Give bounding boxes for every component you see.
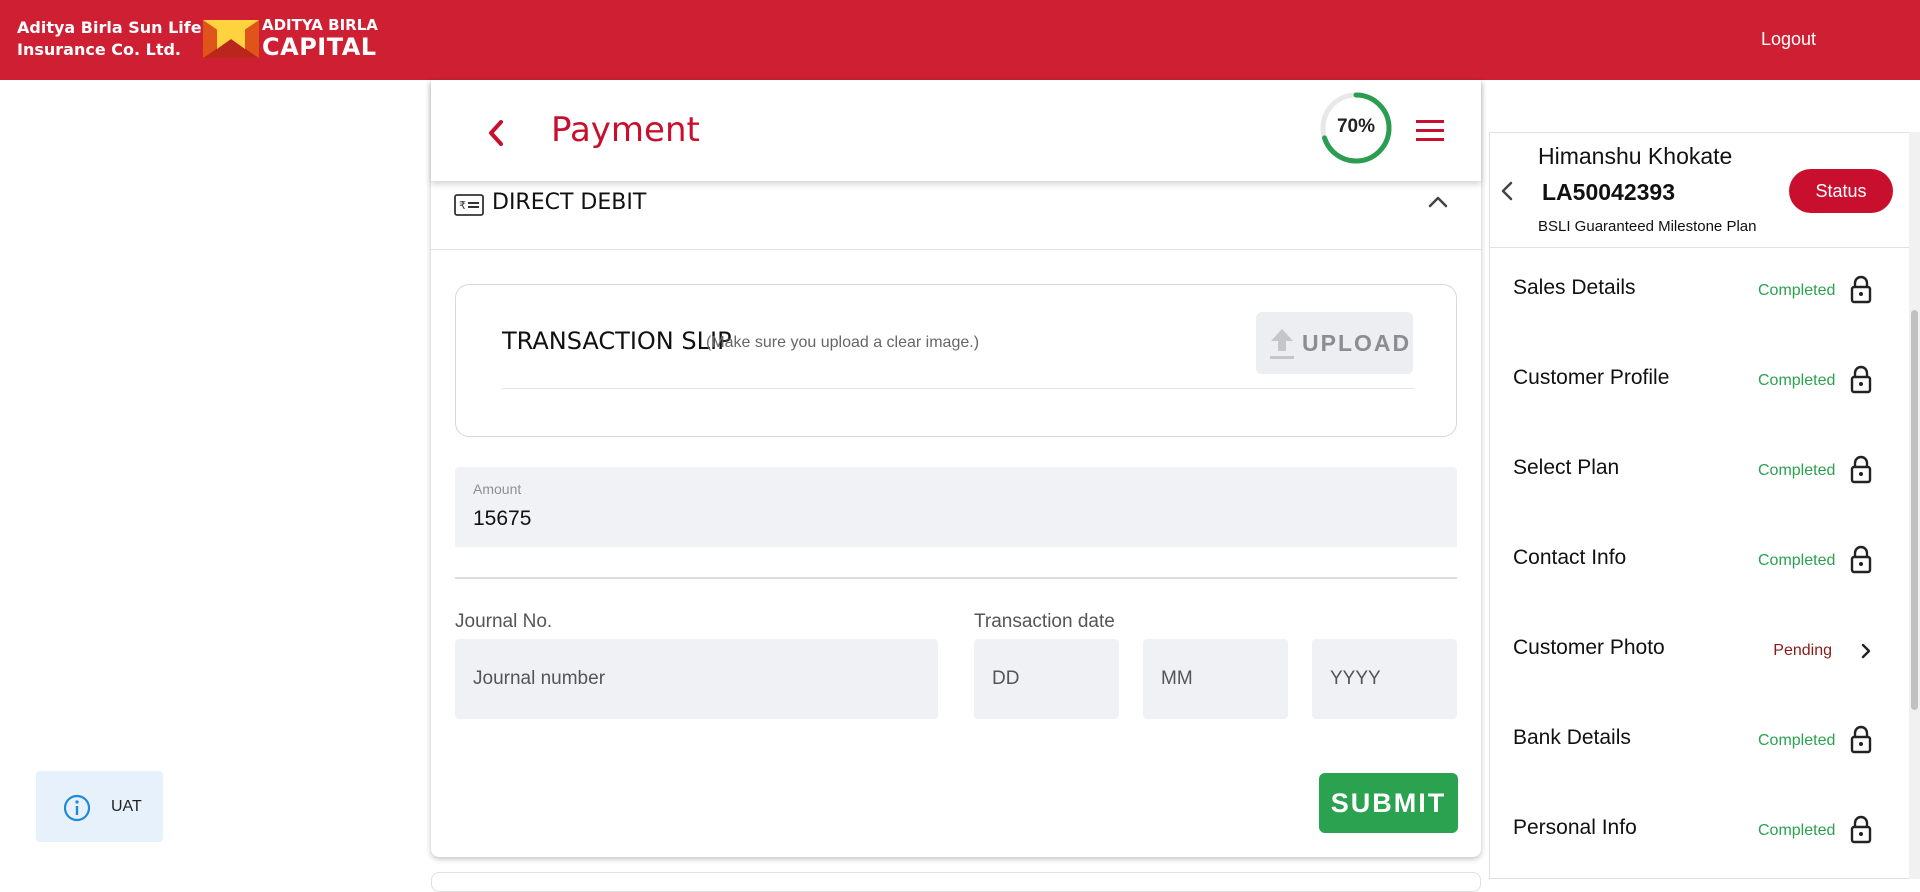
page-title: Payment bbox=[551, 110, 700, 150]
section-divider bbox=[455, 577, 1457, 579]
application-number: LA50042393 bbox=[1542, 179, 1675, 205]
brand-name: Aditya Birla Sun Life Insurance Co. Ltd. bbox=[17, 17, 202, 61]
date-month-input[interactable] bbox=[1143, 639, 1288, 719]
capital-logo-text: ADITYA BIRLA CAPITAL bbox=[262, 16, 378, 61]
logo-line-1: ADITYA BIRLA bbox=[262, 16, 378, 34]
submit-button[interactable]: SUBMIT bbox=[1319, 773, 1458, 833]
slip-divider bbox=[502, 388, 1414, 389]
step-contact-info[interactable]: Contact Info Completed bbox=[1490, 528, 1910, 618]
upload-button[interactable]: UPLOAD bbox=[1256, 312, 1413, 374]
environment-label: UAT bbox=[111, 798, 142, 815]
environment-badge: UAT bbox=[36, 771, 163, 842]
date-year-input[interactable] bbox=[1312, 639, 1457, 719]
step-label: Select Plan bbox=[1513, 456, 1620, 479]
next-card-edge bbox=[431, 872, 1481, 892]
lock-icon bbox=[1850, 365, 1872, 394]
lock-icon bbox=[1850, 275, 1872, 304]
amount-field: Amount 15675 bbox=[455, 467, 1457, 547]
rupee-card-icon: ₹ bbox=[454, 194, 484, 216]
payment-header: Payment 70% bbox=[431, 80, 1481, 181]
step-status: Completed bbox=[1758, 462, 1836, 479]
amount-label: Amount bbox=[473, 481, 522, 497]
scrollbar-thumb[interactable] bbox=[1911, 310, 1918, 710]
transaction-date-label: Transaction date bbox=[974, 611, 1115, 632]
step-select-plan[interactable]: Select Plan Completed bbox=[1490, 438, 1910, 528]
svg-text:₹: ₹ bbox=[459, 199, 466, 212]
upload-icon bbox=[1270, 329, 1294, 359]
journal-number-input[interactable] bbox=[455, 639, 938, 719]
step-status: Completed bbox=[1758, 282, 1836, 299]
logout-link[interactable]: Logout bbox=[1761, 29, 1816, 50]
step-personal-info[interactable]: Personal Info Completed bbox=[1490, 798, 1910, 888]
amount-value: 15675 bbox=[473, 507, 532, 530]
collapse-panel-icon[interactable] bbox=[1500, 180, 1514, 202]
brand-line-1: Aditya Birla Sun Life bbox=[17, 18, 202, 37]
transaction-slip-hint: (Make sure you upload a clear image.) bbox=[706, 334, 980, 351]
step-label: Sales Details bbox=[1513, 276, 1636, 299]
step-label: Customer Photo bbox=[1513, 636, 1665, 659]
logo-line-2: CAPITAL bbox=[262, 33, 377, 61]
direct-debit-section[interactable]: ₹ DIRECT DEBIT bbox=[431, 182, 1481, 250]
journal-label: Journal No. bbox=[455, 611, 553, 632]
customer-name: Himanshu Khokate bbox=[1538, 143, 1733, 169]
lock-icon bbox=[1850, 545, 1872, 574]
payment-mode-label: DIRECT DEBIT bbox=[492, 190, 647, 215]
back-arrow-icon[interactable] bbox=[485, 118, 507, 148]
status-button[interactable]: Status bbox=[1789, 169, 1893, 213]
transaction-slip-title: TRANSACTION SLIP bbox=[502, 327, 732, 355]
application-side-panel: Himanshu Khokate LA50042393 BSLI Guarant… bbox=[1489, 132, 1910, 879]
aditya-birla-logo-icon bbox=[203, 20, 259, 58]
step-bank-details[interactable]: Bank Details Completed bbox=[1490, 708, 1910, 798]
customer-summary: Himanshu Khokate LA50042393 BSLI Guarant… bbox=[1490, 133, 1910, 248]
brand-line-2: Insurance Co. Ltd. bbox=[17, 40, 181, 59]
step-sales-details[interactable]: Sales Details Completed bbox=[1490, 258, 1910, 348]
chevron-right-icon bbox=[1861, 643, 1871, 659]
hamburger-menu-icon[interactable] bbox=[1416, 118, 1444, 142]
lock-icon bbox=[1850, 725, 1872, 754]
upload-label: UPLOAD bbox=[1302, 330, 1412, 356]
plan-name: BSLI Guaranteed Milestone Plan bbox=[1538, 218, 1757, 235]
step-customer-photo[interactable]: Customer Photo Pending bbox=[1490, 618, 1910, 708]
step-status: Completed bbox=[1758, 372, 1836, 389]
step-label: Customer Profile bbox=[1513, 366, 1670, 389]
info-icon bbox=[63, 794, 91, 822]
step-label: Bank Details bbox=[1513, 726, 1631, 749]
step-status: Completed bbox=[1758, 552, 1836, 569]
step-label: Contact Info bbox=[1513, 546, 1627, 569]
lock-icon bbox=[1850, 815, 1872, 844]
progress-percent: 70% bbox=[1336, 116, 1376, 137]
transaction-slip-box: TRANSACTION SLIP (Make sure you upload a… bbox=[455, 284, 1457, 437]
step-status: Pending bbox=[1773, 642, 1832, 659]
step-status: Completed bbox=[1758, 732, 1836, 749]
chevron-up-icon[interactable] bbox=[1427, 194, 1449, 210]
step-status: Completed bbox=[1758, 822, 1836, 839]
top-bar: Aditya Birla Sun Life Insurance Co. Ltd.… bbox=[0, 0, 1920, 80]
side-panel-scrollbar[interactable] bbox=[1909, 132, 1920, 879]
step-customer-profile[interactable]: Customer Profile Completed bbox=[1490, 348, 1910, 438]
step-label: Personal Info bbox=[1513, 816, 1637, 839]
date-day-input[interactable] bbox=[974, 639, 1119, 719]
lock-icon bbox=[1850, 455, 1872, 484]
